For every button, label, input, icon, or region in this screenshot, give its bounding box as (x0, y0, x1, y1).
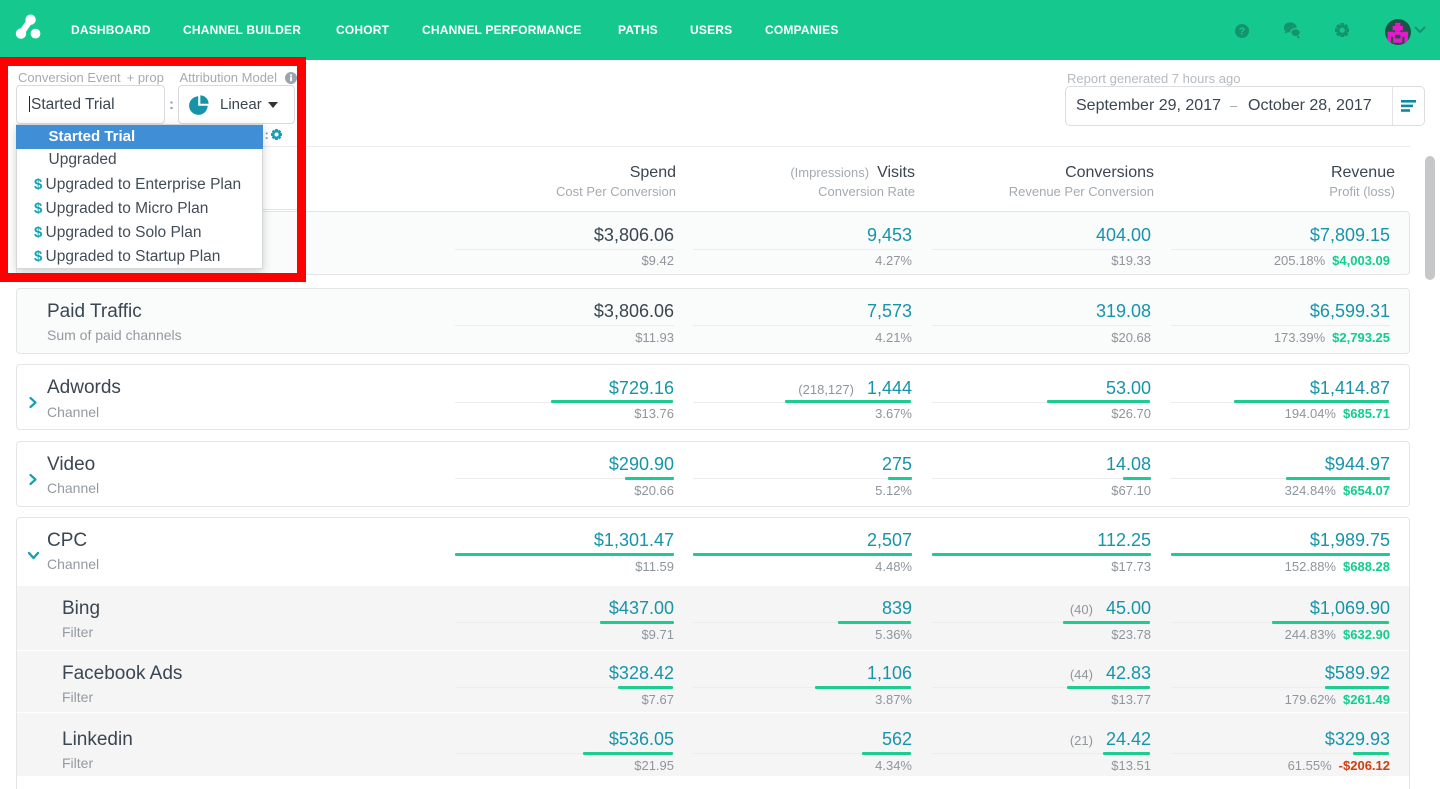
svg-text:?: ? (1238, 25, 1244, 37)
